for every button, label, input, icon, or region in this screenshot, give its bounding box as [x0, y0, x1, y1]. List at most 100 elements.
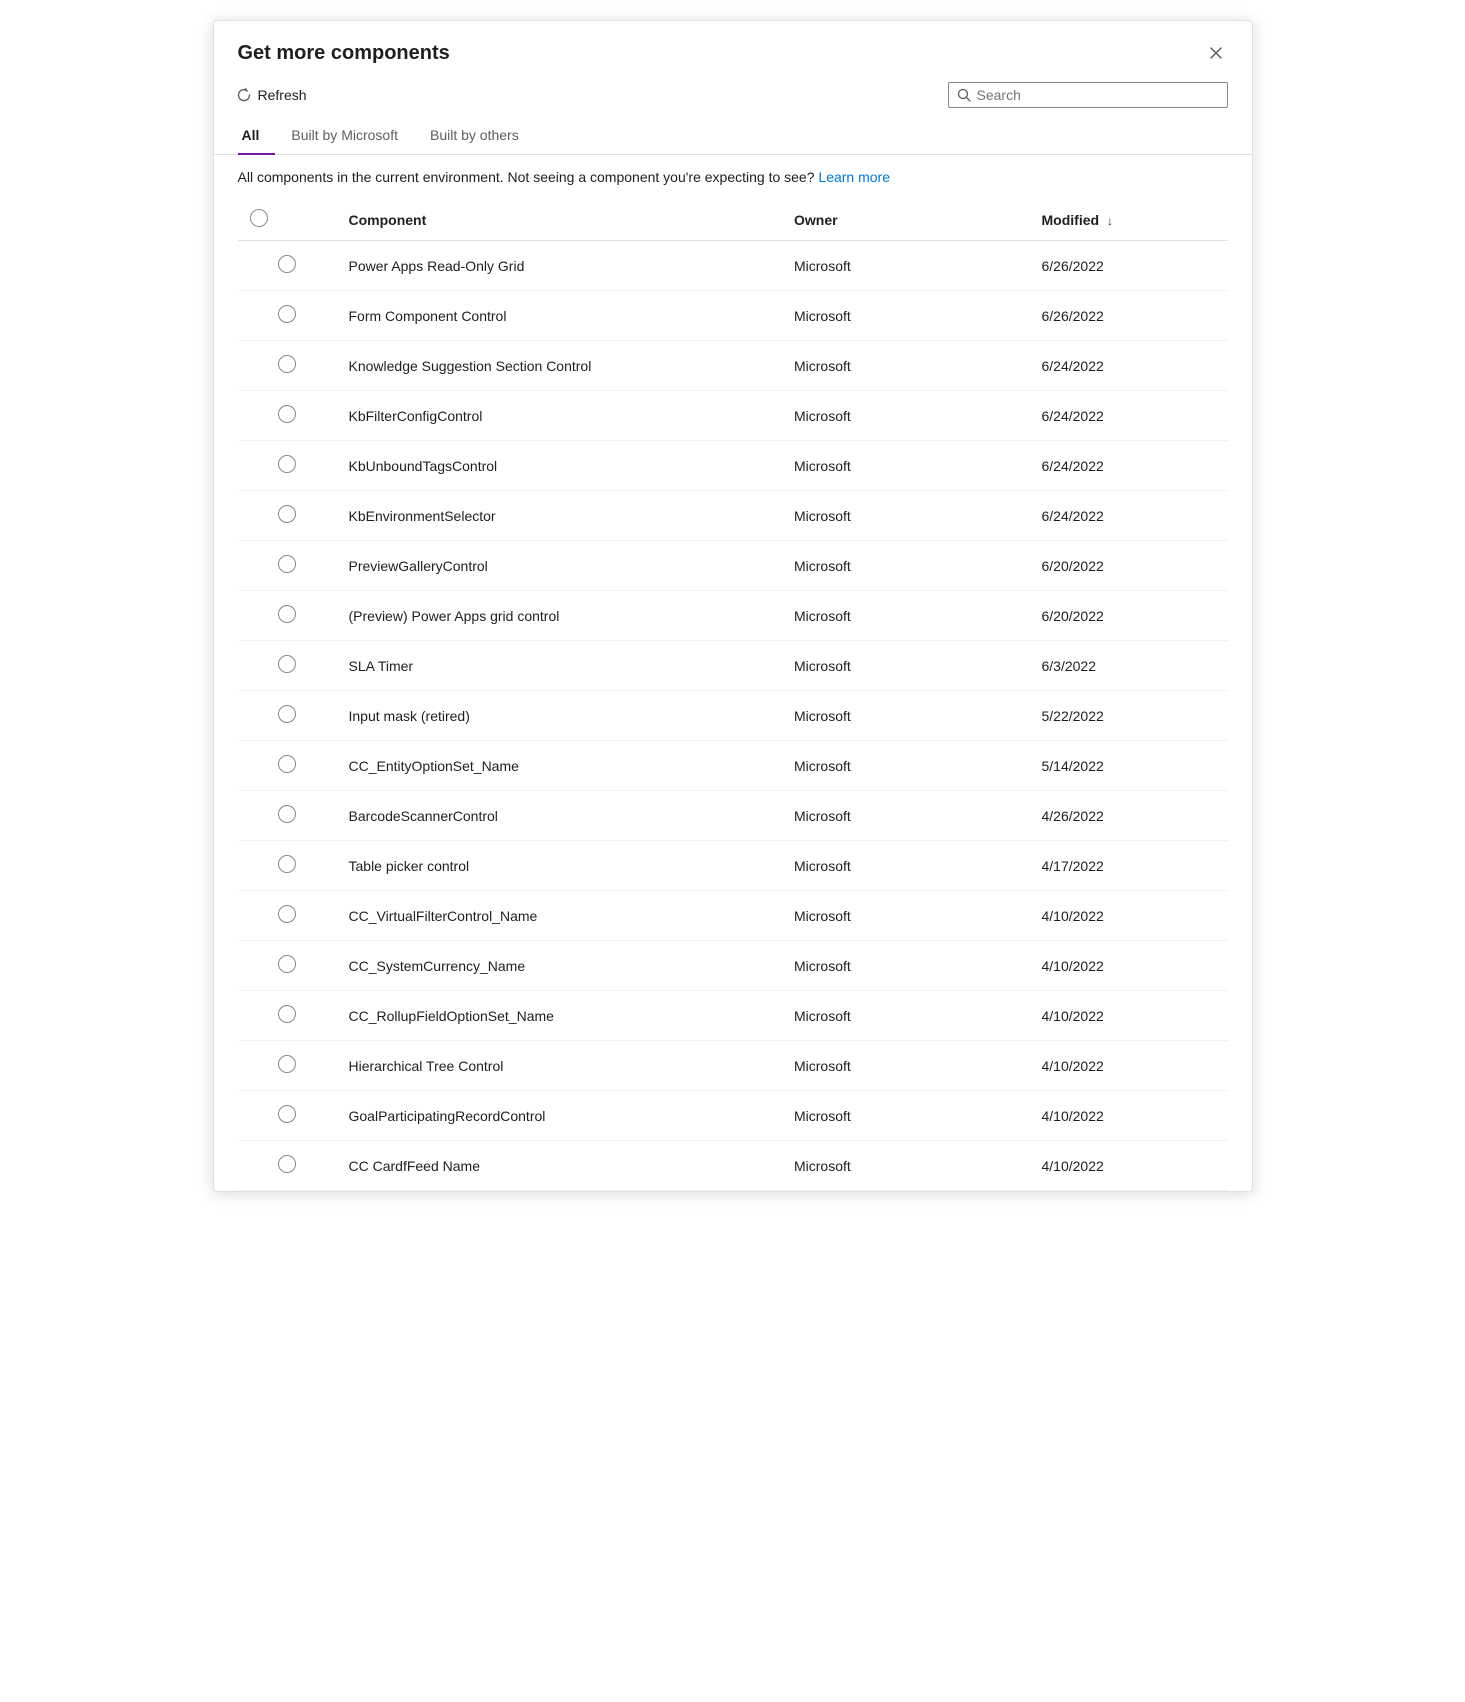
- search-input[interactable]: [977, 87, 1219, 103]
- table-row[interactable]: GoalParticipatingRecordControlMicrosoft4…: [238, 1091, 1228, 1141]
- table-row[interactable]: CC_EntityOptionSet_NameMicrosoft5/14/202…: [238, 741, 1228, 791]
- row-checkbox-cell: [238, 591, 337, 641]
- row-checkbox[interactable]: [278, 255, 296, 273]
- component-name-cell: CC_EntityOptionSet_Name: [337, 741, 783, 791]
- tab-built-by-microsoft[interactable]: Built by Microsoft: [275, 117, 414, 155]
- row-checkbox-cell: [238, 541, 337, 591]
- component-name-cell: PreviewGalleryControl: [337, 541, 783, 591]
- component-name-cell: CC_SystemCurrency_Name: [337, 941, 783, 991]
- owner-cell: Microsoft: [782, 691, 1030, 741]
- row-checkbox-cell: [238, 441, 337, 491]
- tab-built-by-others[interactable]: Built by others: [414, 117, 535, 155]
- row-checkbox[interactable]: [278, 705, 296, 723]
- row-checkbox[interactable]: [278, 605, 296, 623]
- component-name-cell: KbEnvironmentSelector: [337, 491, 783, 541]
- row-checkbox[interactable]: [278, 805, 296, 823]
- component-name-cell: CC_VirtualFilterControl_Name: [337, 891, 783, 941]
- row-checkbox[interactable]: [278, 955, 296, 973]
- table-row[interactable]: KbUnboundTagsControlMicrosoft6/24/2022: [238, 441, 1228, 491]
- owner-cell: Microsoft: [782, 591, 1030, 641]
- owner-cell: Microsoft: [782, 891, 1030, 941]
- table-row[interactable]: Hierarchical Tree ControlMicrosoft4/10/2…: [238, 1041, 1228, 1091]
- row-checkbox[interactable]: [278, 1105, 296, 1123]
- row-checkbox[interactable]: [278, 655, 296, 673]
- modified-cell: 4/10/2022: [1030, 1091, 1228, 1141]
- owner-cell: Microsoft: [782, 991, 1030, 1041]
- table-row[interactable]: KbFilterConfigControlMicrosoft6/24/2022: [238, 391, 1228, 441]
- component-name-cell: Hierarchical Tree Control: [337, 1041, 783, 1091]
- select-all-header: [238, 199, 337, 241]
- component-name-cell: Power Apps Read-Only Grid: [337, 241, 783, 291]
- select-all-checkbox[interactable]: [250, 209, 268, 227]
- table-row[interactable]: SLA TimerMicrosoft6/3/2022: [238, 641, 1228, 691]
- row-checkbox[interactable]: [278, 1055, 296, 1073]
- row-checkbox[interactable]: [278, 455, 296, 473]
- row-checkbox[interactable]: [278, 505, 296, 523]
- table-row[interactable]: CC_SystemCurrency_NameMicrosoft4/10/2022: [238, 941, 1228, 991]
- component-column-header: Component: [337, 199, 783, 241]
- dialog-title: Get more components: [238, 42, 450, 65]
- row-checkbox[interactable]: [278, 755, 296, 773]
- search-box: [948, 82, 1228, 108]
- component-name-cell: KbFilterConfigControl: [337, 391, 783, 441]
- row-checkbox-cell: [238, 1091, 337, 1141]
- row-checkbox-cell: [238, 891, 337, 941]
- modified-cell: 6/3/2022: [1030, 641, 1228, 691]
- dialog: Get more components Refresh All Built by: [213, 20, 1253, 1192]
- learn-more-link[interactable]: Learn more: [818, 169, 890, 185]
- row-checkbox[interactable]: [278, 355, 296, 373]
- tab-all[interactable]: All: [238, 117, 276, 155]
- modified-cell: 4/10/2022: [1030, 991, 1228, 1041]
- modified-column-header[interactable]: Modified ↓: [1030, 199, 1228, 241]
- table-row[interactable]: BarcodeScannerControlMicrosoft4/26/2022: [238, 791, 1228, 841]
- row-checkbox[interactable]: [278, 1155, 296, 1173]
- owner-cell: Microsoft: [782, 1091, 1030, 1141]
- table-row[interactable]: Table picker controlMicrosoft4/17/2022: [238, 841, 1228, 891]
- row-checkbox-cell: [238, 1141, 337, 1191]
- row-checkbox[interactable]: [278, 1005, 296, 1023]
- row-checkbox-cell: [238, 641, 337, 691]
- modified-cell: 6/24/2022: [1030, 391, 1228, 441]
- row-checkbox-cell: [238, 991, 337, 1041]
- row-checkbox-cell: [238, 791, 337, 841]
- table-row[interactable]: Knowledge Suggestion Section ControlMicr…: [238, 341, 1228, 391]
- component-name-cell: CC CardfFeed Name: [337, 1141, 783, 1191]
- table-row[interactable]: CC CardfFeed NameMicrosoft4/10/2022: [238, 1141, 1228, 1191]
- component-name-cell: CC_RollupFieldOptionSet_Name: [337, 991, 783, 1041]
- owner-cell: Microsoft: [782, 791, 1030, 841]
- component-name-cell: KbUnboundTagsControl: [337, 441, 783, 491]
- row-checkbox[interactable]: [278, 905, 296, 923]
- close-button[interactable]: [1204, 41, 1228, 65]
- table-row[interactable]: Form Component ControlMicrosoft6/26/2022: [238, 291, 1228, 341]
- modified-cell: 4/17/2022: [1030, 841, 1228, 891]
- modified-cell: 4/10/2022: [1030, 1141, 1228, 1191]
- modified-cell: 6/20/2022: [1030, 541, 1228, 591]
- search-icon: [957, 88, 971, 102]
- modified-cell: 6/26/2022: [1030, 291, 1228, 341]
- table-row[interactable]: (Preview) Power Apps grid controlMicroso…: [238, 591, 1228, 641]
- modified-cell: 4/26/2022: [1030, 791, 1228, 841]
- table-row[interactable]: Power Apps Read-Only GridMicrosoft6/26/2…: [238, 241, 1228, 291]
- row-checkbox[interactable]: [278, 855, 296, 873]
- modified-cell: 4/10/2022: [1030, 891, 1228, 941]
- table-row[interactable]: KbEnvironmentSelectorMicrosoft6/24/2022: [238, 491, 1228, 541]
- owner-cell: Microsoft: [782, 491, 1030, 541]
- table-row[interactable]: CC_VirtualFilterControl_NameMicrosoft4/1…: [238, 891, 1228, 941]
- modified-cell: 5/14/2022: [1030, 741, 1228, 791]
- table-row[interactable]: Input mask (retired)Microsoft5/22/2022: [238, 691, 1228, 741]
- component-name-cell: GoalParticipatingRecordControl: [337, 1091, 783, 1141]
- info-text: All components in the current environmen…: [238, 169, 815, 185]
- tabs: All Built by Microsoft Built by others: [214, 117, 1252, 155]
- row-checkbox[interactable]: [278, 405, 296, 423]
- toolbar: Refresh: [214, 73, 1252, 117]
- sort-desc-icon: ↓: [1107, 214, 1113, 228]
- table-row[interactable]: CC_RollupFieldOptionSet_NameMicrosoft4/1…: [238, 991, 1228, 1041]
- row-checkbox[interactable]: [278, 555, 296, 573]
- refresh-button[interactable]: Refresh: [226, 81, 317, 109]
- row-checkbox-cell: [238, 741, 337, 791]
- table-header-row: Component Owner Modified ↓: [238, 199, 1228, 241]
- table-row[interactable]: PreviewGalleryControlMicrosoft6/20/2022: [238, 541, 1228, 591]
- row-checkbox[interactable]: [278, 305, 296, 323]
- component-name-cell: BarcodeScannerControl: [337, 791, 783, 841]
- row-checkbox-cell: [238, 341, 337, 391]
